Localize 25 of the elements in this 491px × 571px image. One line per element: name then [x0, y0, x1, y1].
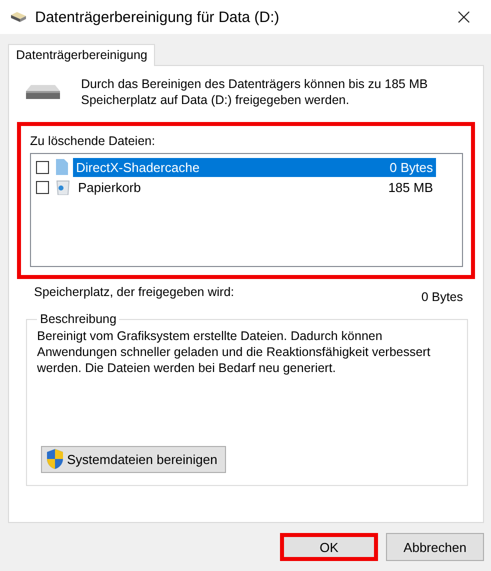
file-entry[interactable]: DirectX-Shadercache 0 Bytes — [73, 158, 436, 176]
summary-text: Durch das Bereinigen des Datenträgers können bis zu 185 MB Speicherplatz auf Data (D:) freigegeben werden. — [81, 76, 429, 108]
close-button[interactable]: × — [446, 4, 481, 30]
shield-icon — [45, 448, 65, 470]
space-label: Speicherplatz, der freigegeben wird: — [34, 285, 234, 301]
hard-drive-icon — [25, 84, 61, 100]
file-size: 185 MB — [388, 180, 433, 194]
files-label: Zu löschende Dateien: — [30, 134, 156, 148]
group-title: Beschreibung — [39, 312, 118, 326]
recycle-bin-icon — [56, 179, 70, 195]
file-icon — [56, 159, 68, 175]
drive-icon — [9, 11, 27, 23]
checkbox[interactable] — [36, 180, 49, 194]
window-title: Datenträgerbereinigung für Data (D:) — [35, 8, 280, 26]
description-text: Bereinigt vom Grafiksystem erstellte Dateien. Dadurch können Anwendungen schneller geladen und die Reaktionsfähigkeit verbessert werden. Die Dateien werden bei Bedarf neu generiert. — [37, 328, 432, 376]
file-entry[interactable]: Papierkorb 185 MB — [75, 178, 436, 196]
file-name: DirectX-Shadercache — [76, 160, 200, 174]
checkbox[interactable] — [36, 160, 49, 174]
system-files-button[interactable]: Systemdateien bereinigen — [41, 446, 226, 473]
space-value: 0 Bytes — [421, 289, 463, 304]
tab[interactable]: Datenträgerbereinigung — [8, 44, 156, 66]
file-name: Papierkorb — [78, 180, 141, 194]
dialog-button[interactable]: OK — [280, 533, 378, 561]
dialog-button[interactable]: Abbrechen — [386, 533, 484, 561]
file-size: 0 Bytes — [390, 160, 433, 174]
